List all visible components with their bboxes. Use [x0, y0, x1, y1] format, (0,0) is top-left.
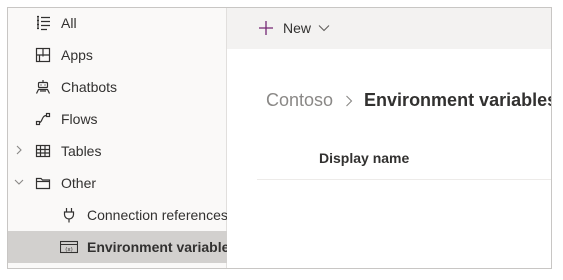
table-icon	[34, 142, 52, 160]
breadcrumb-root-link[interactable]: Contoso	[266, 90, 333, 111]
app-frame: All Apps Chatbots Flows Tables Other Con…	[7, 7, 552, 269]
chevron-down-icon[interactable]	[13, 176, 25, 188]
sidebar-item-other[interactable]: Other	[8, 167, 227, 199]
sidebar-item-label: Tables	[61, 143, 102, 159]
plus-icon	[257, 19, 275, 37]
sidebar-item-label: Flows	[61, 111, 98, 127]
sidebar-item-label: All	[61, 15, 77, 31]
sidebar-item-all[interactable]: All	[8, 8, 227, 39]
sidebar-item-connection-references[interactable]: Connection references	[8, 199, 228, 231]
folder-icon	[34, 174, 52, 192]
sidebar-item-flows[interactable]: Flows	[8, 103, 227, 135]
list-icon	[34, 14, 52, 32]
column-header-display-name[interactable]: Display name	[319, 150, 409, 166]
page-title: Environment variables	[364, 90, 552, 110]
header-divider	[257, 179, 551, 180]
chevron-right-icon[interactable]	[13, 144, 25, 156]
sidebar-item-tables[interactable]: Tables	[8, 135, 227, 167]
new-button[interactable]: New	[257, 17, 330, 39]
flow-icon	[34, 110, 52, 128]
new-button-label: New	[283, 20, 312, 36]
chatbot-icon	[34, 78, 52, 96]
chevron-down-icon	[318, 22, 330, 34]
sidebar-item-label: Chatbots	[61, 79, 118, 95]
sidebar-item-environment-variables[interactable]: (x) Environment variables	[8, 231, 237, 263]
sidebar-item-chatbots[interactable]: Chatbots	[8, 71, 227, 103]
command-bar: New	[227, 8, 551, 49]
sidebar-item-label: Apps	[61, 47, 93, 63]
variable-icon: (x)	[60, 238, 78, 256]
chevron-right-icon	[344, 94, 354, 108]
sidebar-item-apps[interactable]: Apps	[8, 39, 227, 71]
apps-icon	[34, 46, 52, 64]
main-content: Contoso Environment variables Display na…	[227, 49, 551, 268]
sidebar-item-label: Connection references	[87, 207, 228, 223]
svg-text:(x): (x)	[65, 247, 73, 253]
sidebar-item-label: Environment variables	[87, 239, 238, 255]
breadcrumb: Contoso Environment variables	[266, 90, 552, 111]
sidebar-nav: All Apps Chatbots Flows Tables Other Con…	[8, 8, 237, 268]
plug-icon	[60, 206, 78, 224]
sidebar-item-label: Other	[61, 175, 97, 191]
